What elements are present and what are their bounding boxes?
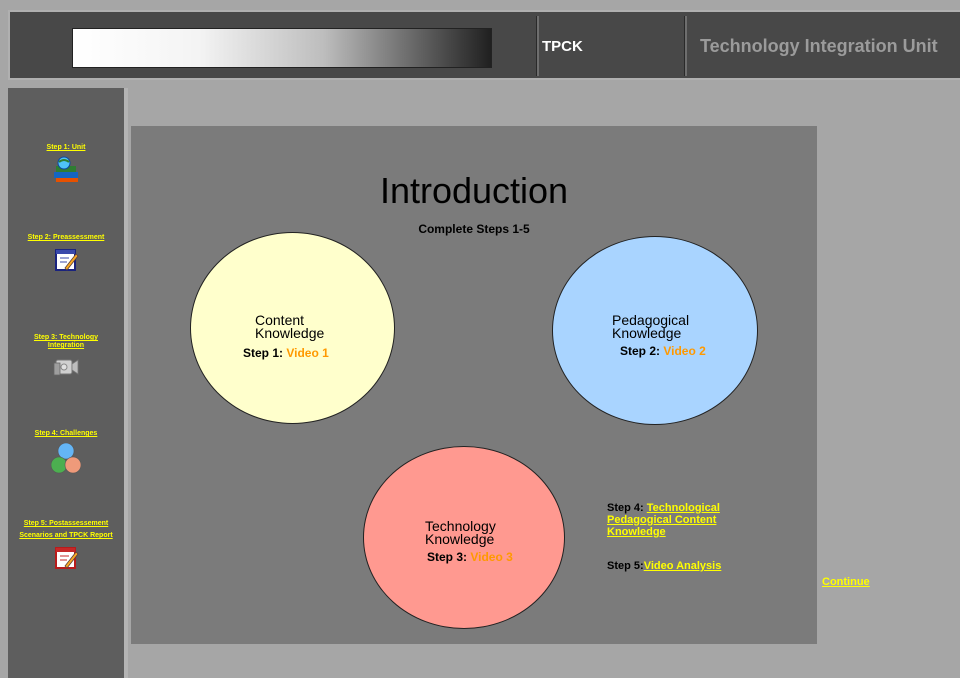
- intro-panel: Introduction Complete Steps 1-5 Content …: [131, 126, 817, 644]
- step1-line: Step 1: Video 1: [243, 346, 329, 360]
- step5-label: Step 5:: [607, 560, 644, 572]
- sidebar-link-scenarios[interactable]: Scenarios and TPCK Report: [16, 532, 116, 540]
- video3-link[interactable]: Video 3: [470, 550, 512, 564]
- sidebar-link-step1[interactable]: Step 1: Unit: [16, 144, 116, 152]
- sidebar-link-step2[interactable]: Step 2: Preassessment: [16, 234, 116, 242]
- circle-label-line: Knowledge: [425, 531, 495, 547]
- sidebar-item-step1[interactable]: Step 1: Unit: [8, 144, 124, 184]
- step4-label: Step 4:: [607, 502, 644, 514]
- clipboard-pencil-icon[interactable]: [53, 246, 79, 272]
- step5-line: Step 5:Video Analysis: [607, 560, 777, 572]
- content-knowledge-label: Content Knowledge: [255, 313, 325, 341]
- video-analysis-link[interactable]: Video Analysis: [644, 560, 722, 572]
- video1-link[interactable]: Video 1: [286, 346, 328, 360]
- intro-heading: Introduction: [379, 170, 569, 211]
- clipboard-pencil-icon[interactable]: [53, 544, 79, 570]
- continue-link[interactable]: Continue: [822, 576, 870, 588]
- header-divider: [684, 16, 687, 76]
- books-icon[interactable]: [51, 156, 81, 184]
- step2-label: Step 2:: [620, 344, 661, 358]
- step3-line: Step 3: Video 3: [427, 550, 513, 564]
- pedagogical-knowledge-label: Pedagogical Knowledge: [612, 313, 689, 341]
- page-title: Technology Integration Unit: [700, 36, 938, 56]
- sidebar-item-step2[interactable]: Step 2: Preassessment: [8, 234, 124, 272]
- sidebar-link-step4[interactable]: Step 4: Challenges: [16, 430, 116, 438]
- header-divider: [536, 16, 539, 76]
- sidebar-item-step5[interactable]: Step 5: Postassessement Scenarios and TP…: [8, 520, 124, 570]
- banner-logo-image: [72, 28, 492, 68]
- sidebar-link-step3[interactable]: Step 3: Technology Integration: [16, 334, 116, 350]
- video2-link[interactable]: Video 2: [663, 344, 705, 358]
- sidebar-nav: Step 1: Unit Step 2: Preassessment Step …: [8, 88, 128, 678]
- step1-label: Step 1:: [243, 346, 284, 360]
- venn-circles-icon[interactable]: [51, 442, 81, 474]
- sidebar-item-step4[interactable]: Step 4: Challenges: [8, 430, 124, 474]
- step3-label: Step 3:: [427, 550, 468, 564]
- header-bar: TPCK Technology Integration Unit: [8, 10, 960, 80]
- circle-label-line: Knowledge: [612, 325, 682, 341]
- camcorder-icon[interactable]: [52, 354, 80, 380]
- technology-knowledge-label: Technology Knowledge: [425, 519, 496, 547]
- intro-subtitle: Complete Steps 1-5: [418, 222, 530, 236]
- circle-label-line: Knowledge: [255, 325, 325, 341]
- sidebar-item-step3[interactable]: Step 3: Technology Integration: [8, 334, 124, 380]
- step4-line: Step 4: Technological Pedagogical Conten…: [607, 502, 747, 538]
- header-tpck-label: TPCK: [542, 38, 583, 55]
- sidebar-link-step5[interactable]: Step 5: Postassessement: [16, 520, 116, 528]
- step2-line: Step 2: Video 2: [620, 344, 706, 358]
